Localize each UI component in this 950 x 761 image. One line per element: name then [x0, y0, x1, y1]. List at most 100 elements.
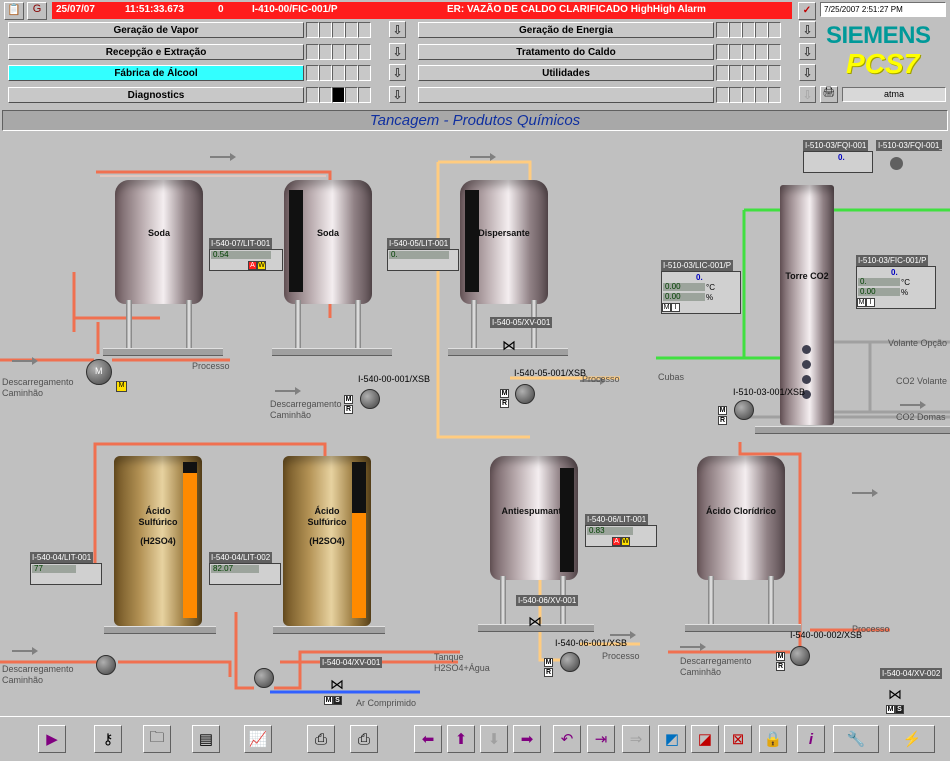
tag-fqi-rst[interactable]: I-510-03/FQI-001_RST — [876, 140, 942, 151]
reset-button[interactable] — [890, 157, 903, 170]
area-down-icon[interactable]: ⇩ — [389, 64, 406, 81]
mr-disp[interactable]: MR — [500, 389, 509, 409]
tag-fic-torre[interactable]: I-510-03/FIC-001/P — [856, 255, 929, 266]
pump-soda-2[interactable] — [360, 389, 380, 409]
faceplate-lit-acido-2[interactable]: 82.07 — [209, 563, 281, 585]
nav-right-0[interactable]: Geração de Energia — [418, 22, 714, 38]
alarm-line[interactable]: 25/07/07 11:51:33.673 0 I-410-00/FIC-001… — [52, 2, 792, 19]
pump-cloridrico[interactable] — [790, 646, 810, 666]
mr-m[interactable]: M — [344, 395, 353, 404]
pump-dispersante[interactable] — [515, 384, 535, 404]
valve-dispersante[interactable]: ⋈ — [502, 337, 516, 354]
mode-i-fic[interactable]: I — [866, 297, 875, 307]
mr-clor[interactable]: MR — [776, 652, 785, 672]
nav-left-1[interactable]: Recepção e Extração — [8, 44, 304, 60]
area-down-icon[interactable]: ⇩ — [389, 21, 406, 38]
area-down-icon[interactable]: ⇩ — [799, 64, 816, 81]
return-icon[interactable]: ↶ — [553, 725, 581, 753]
area-down-icon[interactable]: ⇩ — [799, 86, 816, 103]
valve-right[interactable]: ⋈ — [888, 686, 902, 703]
faceplate-lit-acido-1[interactable]: 77 — [30, 563, 102, 585]
tools-icon[interactable]: 🔧 — [833, 725, 879, 753]
faceplate-lit-disp[interactable]: 0. — [387, 249, 459, 271]
mode-m-lic[interactable]: M — [662, 302, 671, 312]
alarm-cancel-icon[interactable]: ⊠ — [724, 725, 752, 753]
faceplate-lic-torre[interactable]: 0. 0.00 °C 0.00% MI — [661, 271, 741, 314]
pump-acido-2[interactable] — [254, 668, 274, 688]
area-down-icon[interactable]: ⇩ — [799, 43, 816, 60]
pump-torre[interactable] — [734, 400, 754, 420]
pump-acido-1[interactable] — [96, 655, 116, 675]
mr-r[interactable]: R — [776, 662, 785, 671]
mr-r[interactable]: R — [344, 405, 353, 414]
mr-r[interactable]: R — [500, 399, 509, 408]
nav-right-2[interactable]: Utilidades — [418, 65, 714, 81]
ms-s[interactable]: S — [333, 696, 342, 705]
tag-fqi-1[interactable]: I-510-03/FQI-001 — [803, 140, 869, 151]
nav-right-3[interactable] — [418, 87, 714, 103]
mr-r[interactable]: R — [544, 668, 553, 677]
trend-icon[interactable]: 📈 — [244, 725, 272, 753]
mr-m[interactable]: M — [776, 652, 785, 661]
mr-m[interactable]: M — [544, 658, 553, 667]
area-down-icon[interactable]: ⇩ — [799, 21, 816, 38]
ms-m[interactable]: M — [324, 696, 333, 705]
mr-anti[interactable]: MR — [544, 658, 553, 678]
mode-i-lic[interactable]: I — [671, 302, 680, 312]
tag-lit-anti[interactable]: I-540-06/LIT-001 — [585, 514, 649, 525]
valve-anti[interactable]: ⋈ — [528, 613, 542, 630]
lock-icon[interactable]: 🔒 — [759, 725, 787, 753]
tag-lit-acido-1[interactable]: I-540-04/LIT-001 — [30, 552, 94, 563]
nav-left-0[interactable]: Geração de Vapor — [8, 22, 304, 38]
mode-m-fic[interactable]: M — [857, 297, 866, 307]
tag-lit-acido-2[interactable]: I-540-04/LIT-002 — [209, 552, 273, 563]
print-report-icon[interactable]: ⎙ — [350, 725, 378, 753]
alarm-filter-icon[interactable]: ◪ — [691, 725, 719, 753]
printer-icon[interactable]: 🖨 — [820, 86, 838, 103]
folder-icon[interactable]: 🗀 — [143, 725, 171, 753]
faceplate-fqi-1[interactable]: 0. — [803, 151, 873, 173]
mr-soda-2[interactable]: MR — [344, 395, 353, 415]
key-icon[interactable]: ⚷ — [94, 725, 122, 753]
ms-s[interactable]: S — [895, 705, 904, 714]
arrow-left-icon[interactable]: ⬅ — [414, 725, 442, 753]
acknowledge-alarm-button[interactable]: ✓ — [798, 2, 816, 20]
arrow-up-icon[interactable]: ⬆ — [447, 725, 475, 753]
mr-torre[interactable]: MR — [718, 406, 727, 426]
tag-lit-soda[interactable]: I-540-07/LIT-001 — [209, 238, 273, 249]
ms-right[interactable]: MS — [886, 705, 904, 715]
area-down-icon[interactable]: ⇩ — [389, 86, 406, 103]
pump-antiespumante[interactable] — [560, 652, 580, 672]
next-icon[interactable]: ⇥ — [587, 725, 615, 753]
alarm-list-icon[interactable]: ◩ — [658, 725, 686, 753]
tag-xv-anti[interactable]: I-540-06/XV-001 — [516, 595, 579, 606]
tag-xv-disp[interactable]: I-540-05/XV-001 — [490, 317, 553, 328]
mr-m[interactable]: M — [718, 406, 727, 415]
tank-acido-cloridrico[interactable]: Ácido Clorídrico — [697, 456, 785, 580]
faceplate-fic-torre[interactable]: 0. 0. °C 0.00% MI — [856, 266, 936, 309]
faceplate-lit-anti[interactable]: 0.83 AW — [585, 525, 657, 547]
ms-m[interactable]: M — [886, 705, 895, 714]
valve-acido[interactable]: ⋈ — [330, 676, 344, 693]
play-icon[interactable]: ▶ — [38, 725, 66, 753]
tag-xv-right[interactable]: I-540-04/XV-002 — [880, 668, 943, 679]
pump-soda-tag-yellow[interactable]: M — [116, 381, 127, 392]
area-down-icon[interactable]: ⇩ — [389, 43, 406, 60]
faceplate-lit-soda[interactable]: 0.54 AW — [209, 249, 283, 271]
forward-disabled-icon[interactable]: ⇒ — [622, 725, 650, 753]
logout-icon[interactable]: ⚡ — [889, 725, 935, 753]
tag-lic-torre[interactable]: I-510-03/LIC-001/P — [661, 260, 734, 271]
arrow-down-icon[interactable]: ⬇ — [480, 725, 508, 753]
tag-lit-disp[interactable]: I-540-05/LIT-001 — [387, 238, 451, 249]
tag-xv-acido[interactable]: I-540-04/XV-001 — [320, 657, 383, 668]
info-icon[interactable]: i — [797, 725, 825, 753]
nav-left-2[interactable]: Fábrica de Álcool — [8, 65, 304, 81]
arrow-right-icon[interactable]: ➡ — [513, 725, 541, 753]
mr-m[interactable]: M — [500, 389, 509, 398]
nav-left-3[interactable]: Diagnostics — [8, 87, 304, 103]
report-icon[interactable]: ▤ — [192, 725, 220, 753]
ms-acido[interactable]: MS — [324, 696, 342, 706]
nav-right-1[interactable]: Tratamento do Caldo — [418, 44, 714, 60]
mr-r[interactable]: R — [718, 416, 727, 425]
pump-soda-main[interactable]: M — [86, 359, 112, 385]
